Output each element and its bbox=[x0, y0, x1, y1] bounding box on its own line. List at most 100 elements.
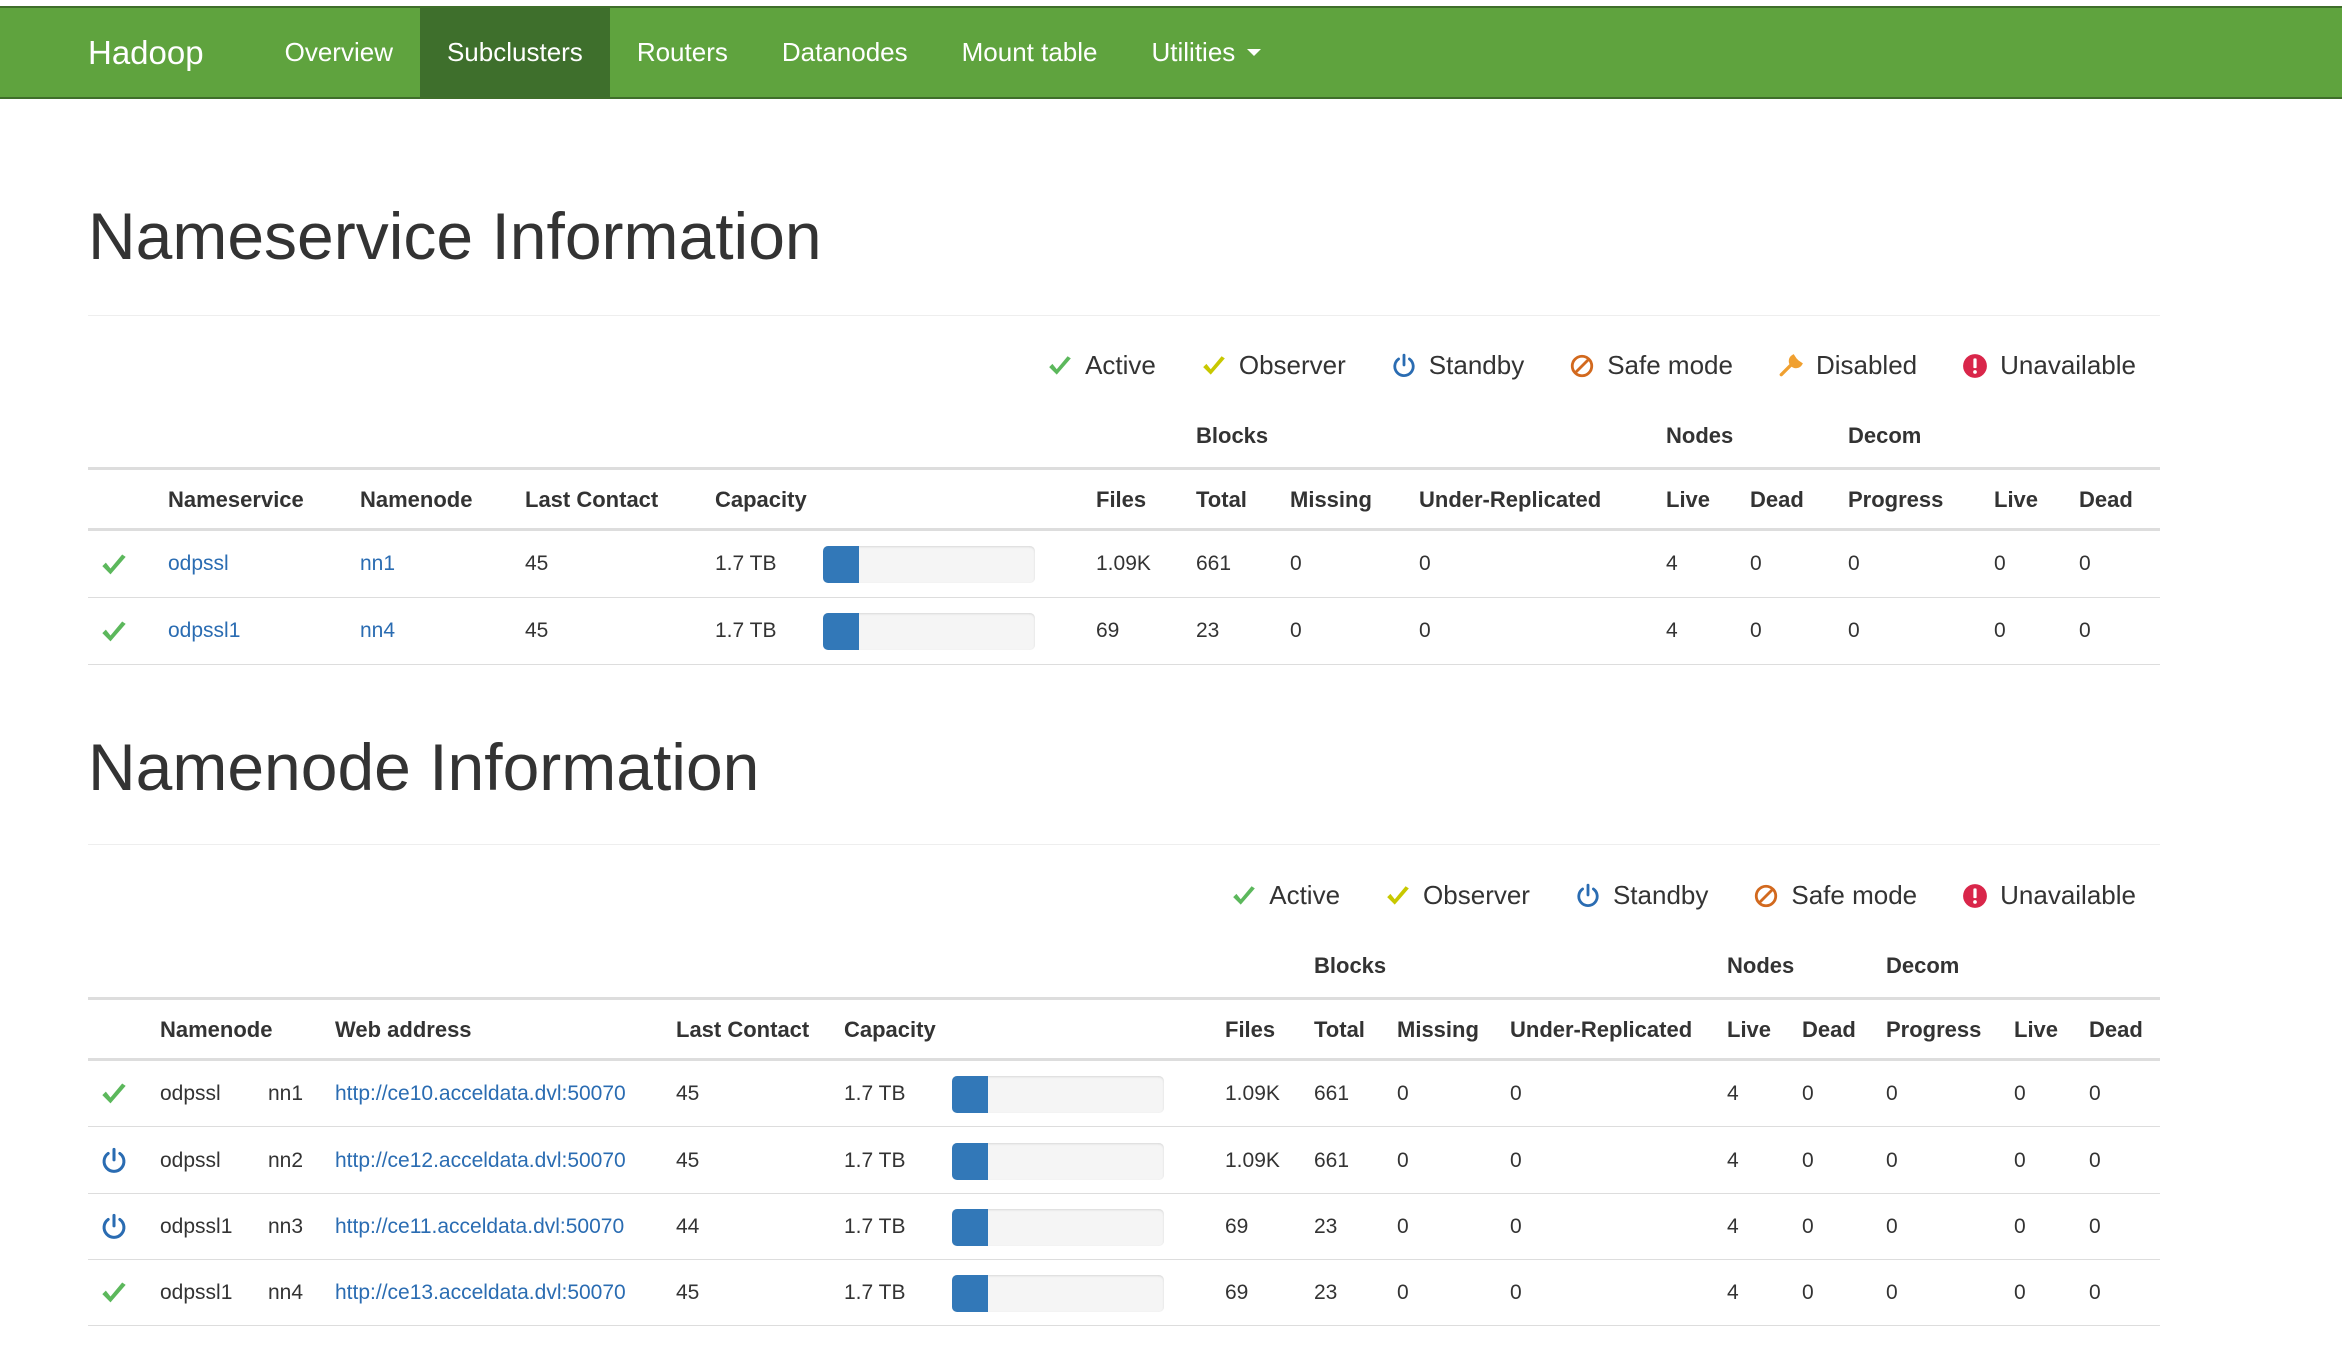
capacity-progress-bar bbox=[823, 613, 1035, 650]
check-icon bbox=[100, 551, 128, 584]
nodes-dead-value: 0 bbox=[1802, 1149, 1814, 1172]
column-header-live[interactable]: Live bbox=[1727, 1017, 1771, 1043]
missing-value: 0 bbox=[1397, 1149, 1409, 1172]
column-header-decom-live[interactable]: Live bbox=[2014, 1017, 2058, 1043]
brand-logo[interactable]: Hadoop bbox=[0, 8, 258, 97]
last-contact-value: 45 bbox=[525, 552, 549, 575]
power-icon bbox=[100, 1213, 128, 1246]
top-navbar: Hadoop Overview Subclusters Routers Data… bbox=[0, 6, 2342, 99]
namenode-link[interactable]: nn1 bbox=[360, 552, 395, 576]
nav-utilities-dropdown[interactable]: Utilities bbox=[1125, 8, 1289, 97]
total-value: 23 bbox=[1196, 619, 1220, 642]
column-header-under-replicated[interactable]: Under-Replicated bbox=[1510, 1017, 1692, 1043]
nodes-dead-value: 0 bbox=[1750, 552, 1762, 575]
legend-label: Standby bbox=[1612, 880, 1709, 910]
legend-disabled: Disabled bbox=[1778, 350, 1917, 381]
column-header-dead[interactable]: Dead bbox=[1802, 1017, 1856, 1043]
legend-label: Safe mode bbox=[1791, 880, 1918, 910]
column-header-last-contact[interactable]: Last Contact bbox=[525, 487, 658, 513]
capacity-progress-fill bbox=[952, 1143, 989, 1180]
column-header-dead[interactable]: Dead bbox=[1750, 487, 1804, 513]
capacity-progress-fill bbox=[823, 546, 860, 583]
ban-icon bbox=[1569, 353, 1607, 379]
observer-check-icon bbox=[1385, 883, 1423, 909]
total-value: 661 bbox=[1314, 1149, 1350, 1172]
column-header-last-contact[interactable]: Last Contact bbox=[676, 1017, 809, 1043]
missing-value: 0 bbox=[1397, 1215, 1409, 1238]
files-value: 69 bbox=[1096, 619, 1120, 642]
web-address-link[interactable]: http://ce13.acceldata.dvl:50070 bbox=[335, 1281, 626, 1305]
nameservice-legend: Active Observer Standby Safe mode Disabled Un… bbox=[1047, 350, 2136, 381]
column-header-namenode[interactable]: Namenode bbox=[360, 487, 472, 513]
nav-overview[interactable]: Overview bbox=[258, 8, 420, 97]
power-icon bbox=[1575, 883, 1613, 909]
under-replicated-value: 0 bbox=[1510, 1281, 1522, 1304]
nodes-live-value: 4 bbox=[1727, 1149, 1739, 1172]
total-value: 23 bbox=[1314, 1215, 1338, 1238]
nameservice-value: odpssl bbox=[160, 1149, 221, 1172]
column-header-progress[interactable]: Progress bbox=[1886, 1017, 1981, 1043]
column-header-web-address[interactable]: Web address bbox=[335, 1017, 472, 1043]
capacity-value: 1.7 TB bbox=[715, 619, 777, 642]
column-header-capacity[interactable]: Capacity bbox=[844, 1017, 936, 1043]
nameservice-title: Nameservice Information bbox=[88, 199, 822, 273]
legend-standby: Standby bbox=[1391, 350, 1524, 381]
web-address-link[interactable]: http://ce10.acceldata.dvl:50070 bbox=[335, 1082, 626, 1106]
decom-dead-value: 0 bbox=[2079, 619, 2091, 642]
namenode-link[interactable]: nn4 bbox=[360, 619, 395, 643]
legend-safe-mode: Safe mode bbox=[1753, 880, 1917, 911]
nav-subclusters[interactable]: Subclusters bbox=[419, 8, 610, 97]
nav-datanodes[interactable]: Datanodes bbox=[755, 8, 935, 97]
column-header-decom-live[interactable]: Live bbox=[1994, 487, 2038, 513]
decom-progress-value: 0 bbox=[1848, 552, 1860, 575]
column-header-decom-dead[interactable]: Dead bbox=[2079, 487, 2133, 513]
capacity-progress-bar bbox=[823, 546, 1035, 583]
column-header-total[interactable]: Total bbox=[1314, 1017, 1365, 1043]
column-header-missing[interactable]: Missing bbox=[1397, 1017, 1479, 1043]
legend-observer: Observer bbox=[1201, 350, 1346, 381]
legend-safe-mode: Safe mode bbox=[1569, 350, 1733, 381]
decom-live-value: 0 bbox=[2014, 1281, 2026, 1304]
nodes-group-header: Nodes bbox=[1666, 423, 1734, 448]
wrench-icon bbox=[1778, 353, 1816, 379]
nameservice-value: odpssl bbox=[160, 1082, 221, 1105]
legend-label: Unavailable bbox=[2000, 350, 2136, 380]
web-address-link[interactable]: http://ce12.acceldata.dvl:50070 bbox=[335, 1149, 626, 1173]
nameservice-link[interactable]: odpssl bbox=[168, 552, 229, 576]
under-replicated-value: 0 bbox=[1510, 1082, 1522, 1105]
column-header-total[interactable]: Total bbox=[1196, 487, 1247, 513]
missing-value: 0 bbox=[1290, 619, 1302, 642]
missing-value: 0 bbox=[1397, 1082, 1409, 1105]
nameservice-link[interactable]: odpssl1 bbox=[168, 619, 240, 643]
column-header-under-replicated[interactable]: Under-Replicated bbox=[1419, 487, 1601, 513]
column-header-files[interactable]: Files bbox=[1225, 1017, 1275, 1043]
web-address-link[interactable]: http://ce11.acceldata.dvl:50070 bbox=[335, 1215, 624, 1239]
nav-mount-table[interactable]: Mount table bbox=[935, 8, 1125, 97]
column-header-missing[interactable]: Missing bbox=[1290, 487, 1372, 513]
column-header-capacity[interactable]: Capacity bbox=[715, 487, 807, 513]
last-contact-value: 44 bbox=[676, 1215, 700, 1238]
legend-unavailable: Unavailable bbox=[1962, 880, 2136, 911]
capacity-progress-bar bbox=[952, 1076, 1164, 1113]
column-header-progress[interactable]: Progress bbox=[1848, 487, 1943, 513]
under-replicated-value: 0 bbox=[1510, 1215, 1522, 1238]
nodes-group-header: Nodes bbox=[1727, 953, 1795, 978]
column-header-namenode[interactable]: Namenode bbox=[160, 1017, 272, 1043]
legend-unavailable: Unavailable bbox=[1962, 350, 2136, 381]
nodes-dead-value: 0 bbox=[1802, 1215, 1814, 1238]
missing-value: 0 bbox=[1290, 552, 1302, 575]
nameservice-value: odpssl1 bbox=[160, 1281, 233, 1304]
power-icon bbox=[100, 1147, 128, 1180]
table-row: odpssl nn1 45 1.7 TB 1.09K 661 0 0 4 0 0 0 0 bbox=[88, 531, 2160, 598]
column-header-nameservice[interactable]: Nameservice bbox=[168, 487, 304, 513]
column-header-decom-dead[interactable]: Dead bbox=[2089, 1017, 2143, 1043]
files-value: 69 bbox=[1225, 1215, 1249, 1238]
decom-progress-value: 0 bbox=[1886, 1082, 1898, 1105]
legend-label: Observer bbox=[1423, 880, 1530, 910]
nav-routers[interactable]: Routers bbox=[610, 8, 755, 97]
check-icon bbox=[100, 1279, 128, 1312]
under-replicated-value: 0 bbox=[1419, 619, 1431, 642]
column-header-files[interactable]: Files bbox=[1096, 487, 1146, 513]
namenode-title: Namenode Information bbox=[88, 730, 760, 804]
column-header-live[interactable]: Live bbox=[1666, 487, 1710, 513]
